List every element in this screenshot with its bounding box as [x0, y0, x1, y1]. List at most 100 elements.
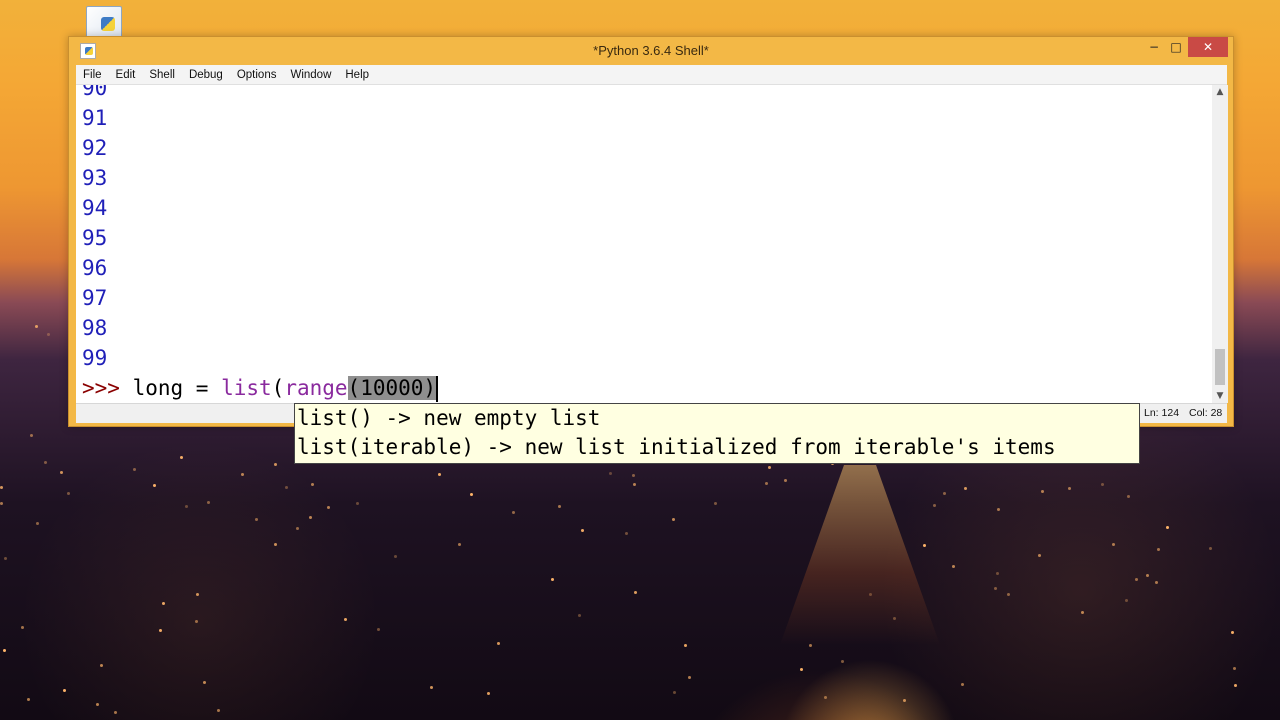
city-light	[327, 506, 330, 509]
input-builtin-range: range	[284, 376, 348, 400]
line-number: Ln: 124	[1144, 407, 1180, 419]
city-light	[964, 487, 967, 490]
calltip-popup: list() -> new empty list list(iterable) …	[294, 403, 1140, 464]
shell-text-area[interactable]: 90 91 92 93 94 95 96 97 98 99 >>> long =…	[76, 85, 1227, 403]
desktop-file-icon[interactable]	[86, 6, 122, 38]
city-light	[809, 644, 812, 647]
city-light	[625, 532, 628, 535]
city-light	[1157, 548, 1160, 551]
city-light	[1233, 667, 1236, 670]
city-light	[185, 505, 188, 508]
city-light	[344, 618, 347, 621]
city-light	[633, 483, 636, 486]
close-button[interactable]: ✕	[1188, 37, 1228, 57]
menu-edit[interactable]: Edit	[109, 65, 143, 85]
city-light	[1041, 490, 1044, 493]
city-light	[512, 511, 515, 514]
city-light	[688, 676, 691, 679]
calltip-line: list() -> new empty list	[297, 406, 601, 430]
menu-file[interactable]: File	[76, 65, 109, 85]
city-light	[133, 468, 136, 471]
wallpaper-tower	[780, 465, 940, 645]
output-line: 93	[82, 166, 108, 190]
window-title: *Python 3.6.4 Shell*	[593, 43, 709, 58]
menu-bar: File Edit Shell Debug Options Window Help	[76, 65, 1227, 85]
city-light	[1155, 581, 1158, 584]
scroll-down-icon[interactable]: ▼	[1212, 391, 1228, 401]
scroll-up-icon[interactable]: ▲	[1212, 87, 1228, 97]
city-light	[551, 578, 554, 581]
city-light	[1101, 483, 1104, 486]
input-line[interactable]: >>> long = list(range(10000)	[82, 373, 439, 403]
menu-options[interactable]: Options	[230, 65, 284, 85]
city-light	[1125, 599, 1128, 602]
city-light	[96, 703, 99, 706]
scroll-thumb[interactable]	[1215, 349, 1225, 385]
city-light	[47, 333, 50, 336]
city-light	[296, 527, 299, 530]
city-light	[943, 492, 946, 495]
city-light	[162, 602, 165, 605]
menu-window[interactable]: Window	[283, 65, 338, 85]
city-light	[765, 482, 768, 485]
city-light	[35, 325, 38, 328]
output-line: 92	[82, 136, 108, 160]
city-light	[430, 686, 433, 689]
city-light	[100, 664, 103, 667]
menu-help[interactable]: Help	[338, 65, 376, 85]
city-light	[241, 473, 244, 476]
title-bar[interactable]: *Python 3.6.4 Shell* − □ ✕	[69, 37, 1233, 65]
city-light	[634, 591, 637, 594]
city-light	[997, 508, 1000, 511]
city-light	[800, 668, 803, 671]
city-light	[824, 696, 827, 699]
city-light	[356, 502, 359, 505]
city-light	[67, 492, 70, 495]
city-light	[893, 617, 896, 620]
city-light	[558, 505, 561, 508]
column-number: Col: 28	[1189, 407, 1223, 419]
city-light	[394, 555, 397, 558]
text-caret	[436, 376, 439, 402]
city-light	[274, 543, 277, 546]
input-builtin-list: list	[221, 376, 272, 400]
city-light	[285, 486, 288, 489]
input-selection: (10000)	[347, 376, 437, 400]
output-line: 96	[82, 256, 108, 280]
city-light	[44, 461, 47, 464]
city-light	[36, 522, 39, 525]
city-light	[994, 587, 997, 590]
output-line: 97	[82, 286, 108, 310]
city-light	[0, 502, 3, 505]
city-light	[470, 493, 473, 496]
menu-shell[interactable]: Shell	[142, 65, 182, 85]
menu-debug[interactable]: Debug	[182, 65, 230, 85]
city-light	[952, 565, 955, 568]
city-light	[203, 681, 206, 684]
city-light	[195, 620, 198, 623]
city-light	[0, 486, 3, 489]
vertical-scrollbar[interactable]: ▲ ▼	[1212, 85, 1228, 403]
city-light	[672, 518, 675, 521]
output-line: 98	[82, 316, 108, 340]
city-light	[684, 644, 687, 647]
input-paren: (	[271, 376, 285, 400]
city-light	[714, 502, 717, 505]
city-light	[438, 473, 441, 476]
city-light	[768, 466, 771, 469]
city-light	[1209, 547, 1212, 550]
city-light	[4, 557, 7, 560]
city-light	[841, 660, 844, 663]
city-light	[255, 518, 258, 521]
city-light	[869, 593, 872, 596]
idle-shell-window[interactable]: *Python 3.6.4 Shell* − □ ✕ File Edit Shell…	[68, 36, 1234, 427]
city-light	[207, 501, 210, 504]
city-light	[180, 456, 183, 459]
city-light	[217, 709, 220, 712]
city-light	[63, 689, 66, 692]
output-line: 99	[82, 346, 108, 370]
city-light	[923, 544, 926, 547]
city-light	[1166, 526, 1169, 529]
maximize-button[interactable]: □	[1163, 37, 1189, 57]
city-light	[609, 472, 612, 475]
